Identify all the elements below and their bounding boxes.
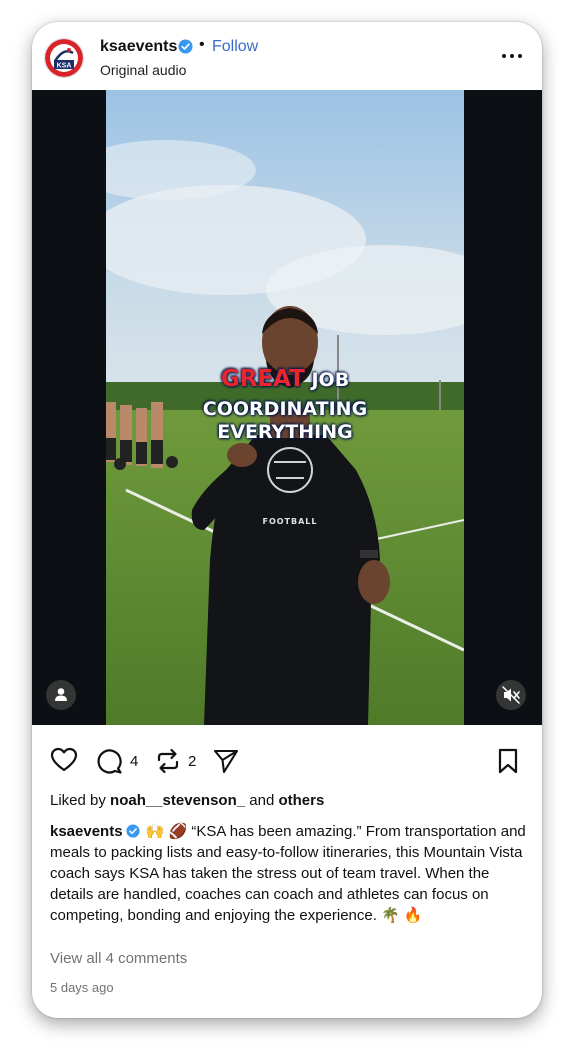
overlay-highlight: GREAT	[220, 366, 305, 392]
more-options-icon[interactable]	[500, 48, 524, 64]
likes-summary: Liked by noah__stevenson_ and others	[50, 792, 324, 809]
avatar[interactable]: KSA	[44, 38, 84, 78]
likes-middle: and	[245, 792, 279, 809]
separator-dot: •	[199, 36, 205, 53]
speaker-muted-icon	[502, 686, 520, 704]
overlay-line-2: COORDINATING	[202, 398, 368, 420]
mute-button[interactable]	[496, 680, 526, 710]
overlay-line-1: GREAT JOB	[106, 368, 464, 391]
follow-button[interactable]: Follow	[212, 38, 258, 56]
post-caption: ksaevents 🙌 🏈 “KSA has been amazing.” Fr…	[50, 821, 528, 926]
liked-by-others[interactable]: others	[278, 792, 324, 809]
send-icon[interactable]	[212, 747, 240, 775]
overlay-line-3: EVERYTHING	[217, 421, 353, 443]
comment-icon[interactable]	[95, 747, 123, 775]
ksa-logo: KSA	[45, 39, 83, 77]
verified-badge-icon	[178, 39, 193, 54]
shirt-text: FOOTBALL	[262, 517, 317, 526]
post-header: KSA ksaevents • Follow Original audio	[32, 22, 542, 90]
view-all-comments-link[interactable]: View all 4 comments	[50, 950, 187, 967]
repost-count: 2	[188, 753, 197, 770]
user-tags-button[interactable]	[46, 680, 76, 710]
action-bar: 4 2	[32, 725, 542, 795]
overlay-line-1-rest: JOB	[311, 369, 350, 391]
audio-label[interactable]: Original audio	[100, 62, 186, 78]
repost-icon[interactable]	[154, 747, 182, 775]
svg-text:KSA: KSA	[57, 63, 72, 70]
post-username[interactable]: ksaevents	[100, 38, 177, 56]
bookmark-icon[interactable]	[496, 747, 520, 775]
person-icon	[55, 688, 67, 701]
media-container[interactable]: FOOTBALL GREAT JOB COORDINATING EVERYTHI…	[32, 90, 542, 725]
like-heart-icon[interactable]	[50, 747, 78, 773]
liked-by-user[interactable]: noah__stevenson_	[110, 792, 245, 809]
video-frame[interactable]: FOOTBALL GREAT JOB COORDINATING EVERYTHI…	[106, 90, 464, 725]
post-timestamp: 5 days ago	[50, 980, 114, 995]
post-card: KSA ksaevents • Follow Original audio FO…	[32, 22, 542, 1018]
caption-username[interactable]: ksaevents	[50, 823, 123, 840]
comment-count: 4	[130, 753, 139, 770]
likes-prefix: Liked by	[50, 792, 111, 809]
verified-badge-icon	[126, 824, 140, 838]
